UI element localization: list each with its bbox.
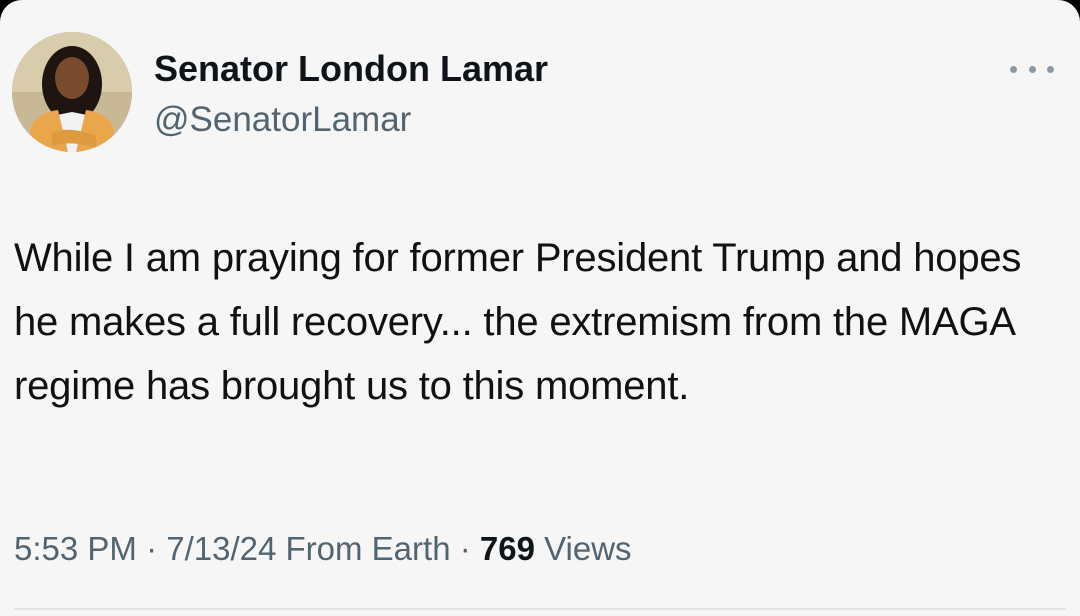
avatar[interactable] bbox=[12, 32, 132, 152]
profile-photo-icon bbox=[12, 32, 132, 152]
tweet-meta: 5:53 PM · 7/13/24 From Earth · 769 Views bbox=[14, 530, 632, 568]
divider bbox=[14, 608, 1066, 610]
views-label: Views bbox=[544, 530, 632, 567]
more-dot bbox=[1047, 65, 1054, 73]
views-count[interactable]: 769 bbox=[480, 530, 535, 567]
tweet-text: While I am praying for former President … bbox=[14, 236, 1022, 408]
tweet-time[interactable]: 5:53 PM bbox=[14, 530, 137, 567]
tweet-source: From Earth bbox=[285, 530, 451, 567]
tweet-card: Senator London Lamar @SenatorLamar While… bbox=[0, 0, 1080, 616]
author-display-name[interactable]: Senator London Lamar bbox=[154, 48, 548, 90]
more-options-icon[interactable] bbox=[1010, 56, 1054, 82]
more-dot bbox=[1010, 65, 1017, 73]
meta-separator: · bbox=[136, 530, 167, 567]
tweet-date[interactable]: 7/13/24 bbox=[166, 530, 276, 567]
more-dot bbox=[1028, 65, 1036, 73]
meta-separator: · bbox=[450, 530, 480, 567]
author-handle[interactable]: @SenatorLamar bbox=[154, 100, 411, 140]
